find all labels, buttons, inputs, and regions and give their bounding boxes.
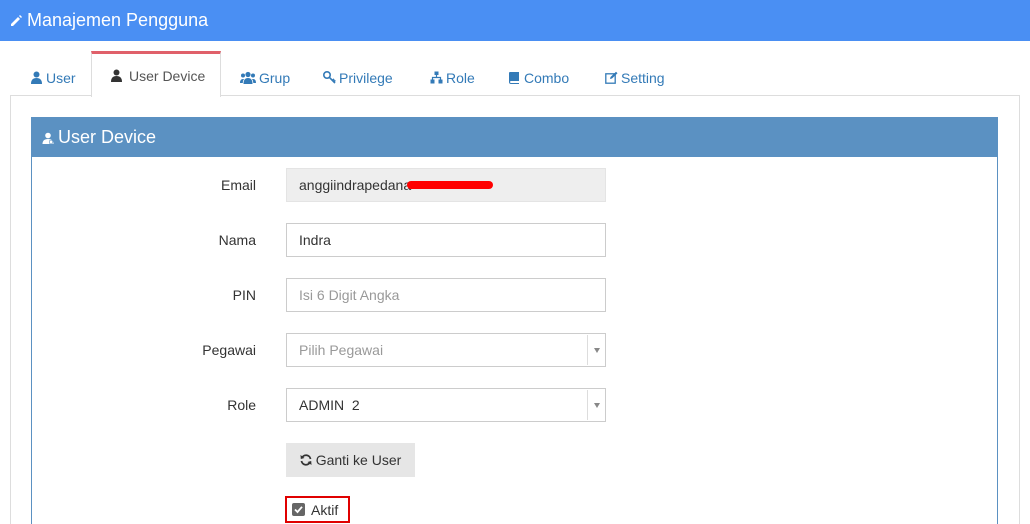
nama-value: Indra [299, 232, 331, 248]
tab-setting[interactable]: Setting [605, 59, 665, 96]
aktif-label: Aktif [311, 501, 339, 518]
app-header: Manajemen Pengguna [0, 0, 1030, 41]
pin-field[interactable]: Isi 6 Digit Angka [286, 278, 606, 312]
user-secret-icon [42, 132, 54, 144]
panel-title: User Device [58, 127, 157, 147]
switch-to-user-button[interactable]: Ganti ke User [286, 443, 415, 477]
email-label: Email [220, 177, 256, 193]
pegawai-label: Pegawai [202, 342, 256, 358]
edit-icon [605, 71, 618, 84]
refresh-icon [300, 454, 312, 466]
tab-label: User Device [129, 67, 206, 84]
redaction-mark [407, 181, 493, 189]
tab-user-device[interactable]: User Device [91, 51, 221, 97]
key-icon [323, 71, 336, 84]
panel-header: User Device [32, 118, 997, 157]
tab-label: Combo [524, 69, 570, 86]
select-divider [587, 335, 588, 365]
user-icon [31, 71, 42, 84]
aktif-checkbox[interactable] [292, 503, 305, 516]
tab-user[interactable]: User [30, 59, 76, 96]
chevron-down-icon [594, 403, 600, 408]
tab-label: Role [446, 69, 475, 86]
tab-grup[interactable]: Grup [240, 59, 290, 96]
tab-label: Setting [621, 69, 665, 86]
book-icon [509, 72, 519, 84]
tab-label: User [46, 69, 76, 86]
button-label: Ganti ke User [315, 452, 402, 468]
users-icon [240, 71, 256, 84]
role-label: Role [227, 397, 256, 413]
pencil-icon [11, 15, 22, 26]
tab-privilege[interactable]: Privilege [323, 59, 393, 96]
nama-label: Nama [218, 232, 256, 248]
pin-label: PIN [232, 287, 256, 303]
chevron-down-icon [594, 348, 600, 353]
check-icon [294, 506, 303, 514]
tab-combo[interactable]: Combo [508, 59, 569, 96]
aktif-checkbox-highlight: Aktif [285, 496, 350, 523]
tab-bar: User User Device Grup Privilege Role Com… [10, 51, 1020, 97]
email-value: anggiindrapedana [299, 177, 412, 193]
tab-label: Privilege [339, 69, 393, 86]
select-divider [587, 390, 588, 420]
page-title: Manajemen Pengguna [27, 10, 209, 30]
tab-role[interactable]: Role [430, 59, 475, 96]
user-icon [111, 69, 122, 82]
role-value: ADMIN 2 [299, 397, 360, 413]
sitemap-icon [430, 71, 443, 84]
nama-field[interactable]: Indra [286, 223, 606, 257]
pegawai-select[interactable]: Pilih Pegawai [286, 333, 606, 367]
pegawai-placeholder: Pilih Pegawai [299, 342, 384, 358]
pin-placeholder: Isi 6 Digit Angka [299, 287, 400, 303]
tab-label: Grup [259, 69, 291, 86]
role-select[interactable]: ADMIN 2 [286, 388, 606, 422]
